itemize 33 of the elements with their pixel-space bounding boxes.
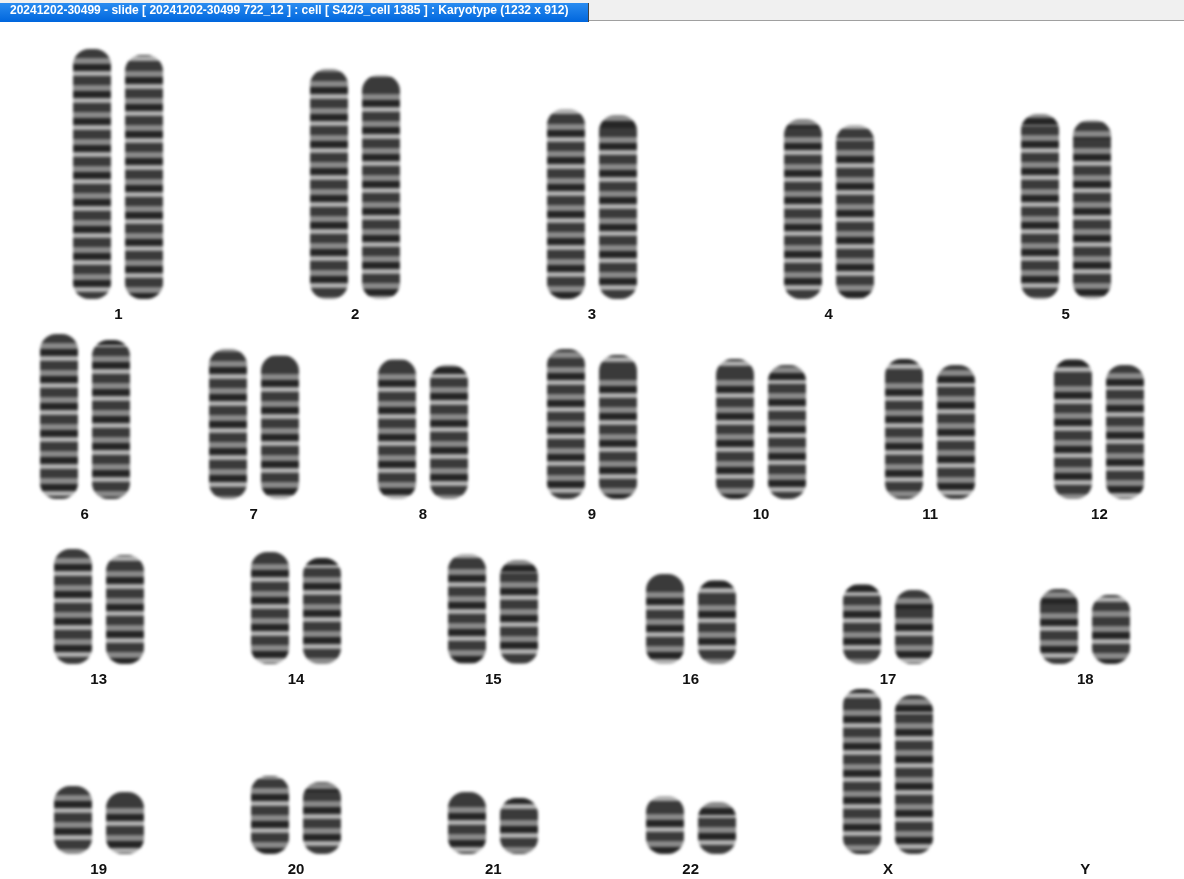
chromosome-label: 16 xyxy=(682,670,699,688)
chromosome-image xyxy=(1092,595,1131,664)
chromosome-label: 4 xyxy=(824,305,833,323)
chromosome-label: 7 xyxy=(249,505,258,523)
chromosome-label: 18 xyxy=(1076,670,1094,688)
window-title: 20241202-30499 - slide [ 20241202-30499 722_12 ] : cell [ S42/3_cell 1385 ] : Karyotype (1232 x 912) xyxy=(0,3,590,22)
chromosome-label: 3 xyxy=(587,305,597,323)
chromosome-label: 17 xyxy=(879,670,897,688)
chromosome-image xyxy=(697,802,736,854)
chromosome-label: 2 xyxy=(351,305,360,323)
chromosome-label: 12 xyxy=(1091,505,1108,523)
chromosome-label: 14 xyxy=(287,670,305,688)
chromosome-image xyxy=(105,792,144,854)
chromosome-image xyxy=(448,792,487,854)
chromosome-label: 22 xyxy=(682,860,699,878)
chromosome-label: Y xyxy=(1080,860,1091,878)
chromosome-label: 8 xyxy=(418,505,427,523)
chromosome-label: 20 xyxy=(287,860,305,878)
chromosome-label: 19 xyxy=(90,860,107,878)
chromosome-image xyxy=(53,786,92,854)
chromosome-label: 21 xyxy=(484,860,502,878)
chromosome-label: X xyxy=(883,860,893,878)
chromosome-image xyxy=(500,798,539,854)
chromosome-label: 13 xyxy=(90,670,107,688)
chromosome-label: 9 xyxy=(587,505,597,523)
chromosome-image xyxy=(645,796,684,854)
chromosome-label: 15 xyxy=(484,670,502,688)
chromosome-image xyxy=(303,782,341,854)
chromosome-label: 10 xyxy=(752,505,770,523)
chromosome-label: 5 xyxy=(1061,305,1070,323)
chromosome-label: 1 xyxy=(114,305,123,323)
chromosome-label: 6 xyxy=(80,505,89,523)
chromosome-label: 11 xyxy=(922,505,939,523)
